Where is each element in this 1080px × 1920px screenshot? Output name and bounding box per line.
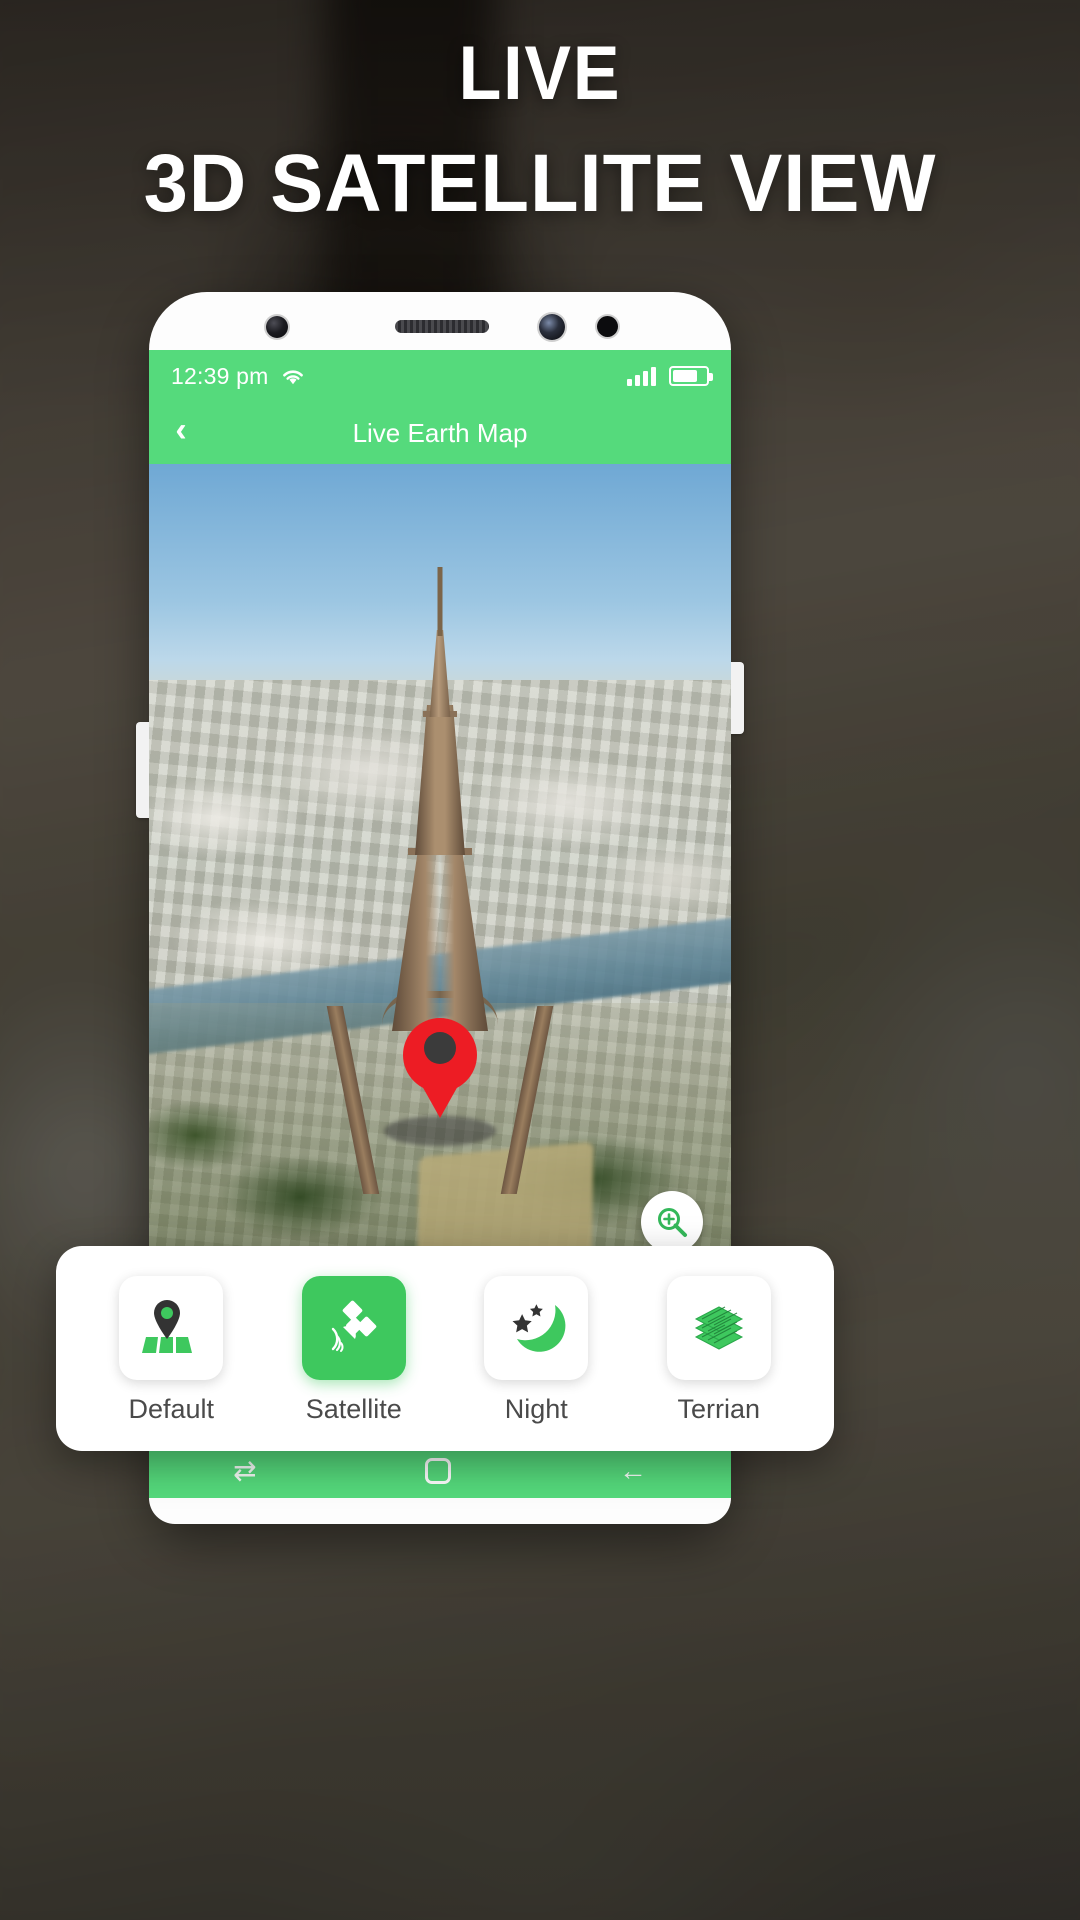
mode-label: Terrian [677,1394,761,1424]
proximity-sensor-icon [597,316,618,337]
battery-icon [669,366,713,386]
mode-option-default[interactable]: Default [91,1276,251,1425]
home-icon[interactable] [424,1458,451,1484]
phone-bottom-bezel [149,1498,731,1524]
volume-button[interactable] [136,722,150,818]
page-title: Live Earth Map [352,417,528,448]
promo-headline: LIVE 3D SATELLITE VIEW [0,34,1080,233]
power-button[interactable] [730,662,744,734]
android-nav-bar: ⇄ ← [149,1444,731,1498]
mode-option-satellite[interactable]: Satellite [274,1276,434,1425]
mode-option-night[interactable]: Night [456,1276,616,1425]
status-bar-time: 12:39 pm [171,362,269,389]
status-bar: 12:39 pm [149,350,731,402]
map-mode-selector: Default Satellite Night Terrian [56,1246,834,1451]
mode-label: Satellite [305,1394,402,1424]
satellite-icon[interactable] [301,1276,406,1380]
marker-shadow [384,1115,496,1146]
back-arrow-icon[interactable]: ← [619,1457,647,1485]
headline-line-2: 3D SATELLITE VIEW [143,137,937,229]
moon-stars-icon[interactable] [484,1276,589,1380]
status-bar-right [627,366,713,386]
wifi-icon [282,370,303,385]
headline-line-1: LIVE [458,31,622,116]
terrain-layers-icon[interactable] [666,1276,771,1380]
map-pin-icon[interactable] [119,1276,224,1380]
app-toolbar: ‹ Live Earth Map [149,402,731,464]
recents-icon[interactable]: ⇄ [233,1457,256,1485]
front-camera-icon [539,314,565,340]
mode-label: Default [128,1394,215,1424]
sensor-icon [266,316,288,338]
phone-top-bezel [149,292,731,350]
zoom-in-icon[interactable] [641,1191,703,1253]
location-pin-icon[interactable] [403,1017,477,1118]
mode-option-terrian[interactable]: Terrian [639,1276,799,1425]
earpiece-speaker [395,320,489,333]
mode-label: Night [504,1394,568,1424]
status-bar-left: 12:39 pm [171,363,306,390]
signal-bars-icon [627,366,656,386]
